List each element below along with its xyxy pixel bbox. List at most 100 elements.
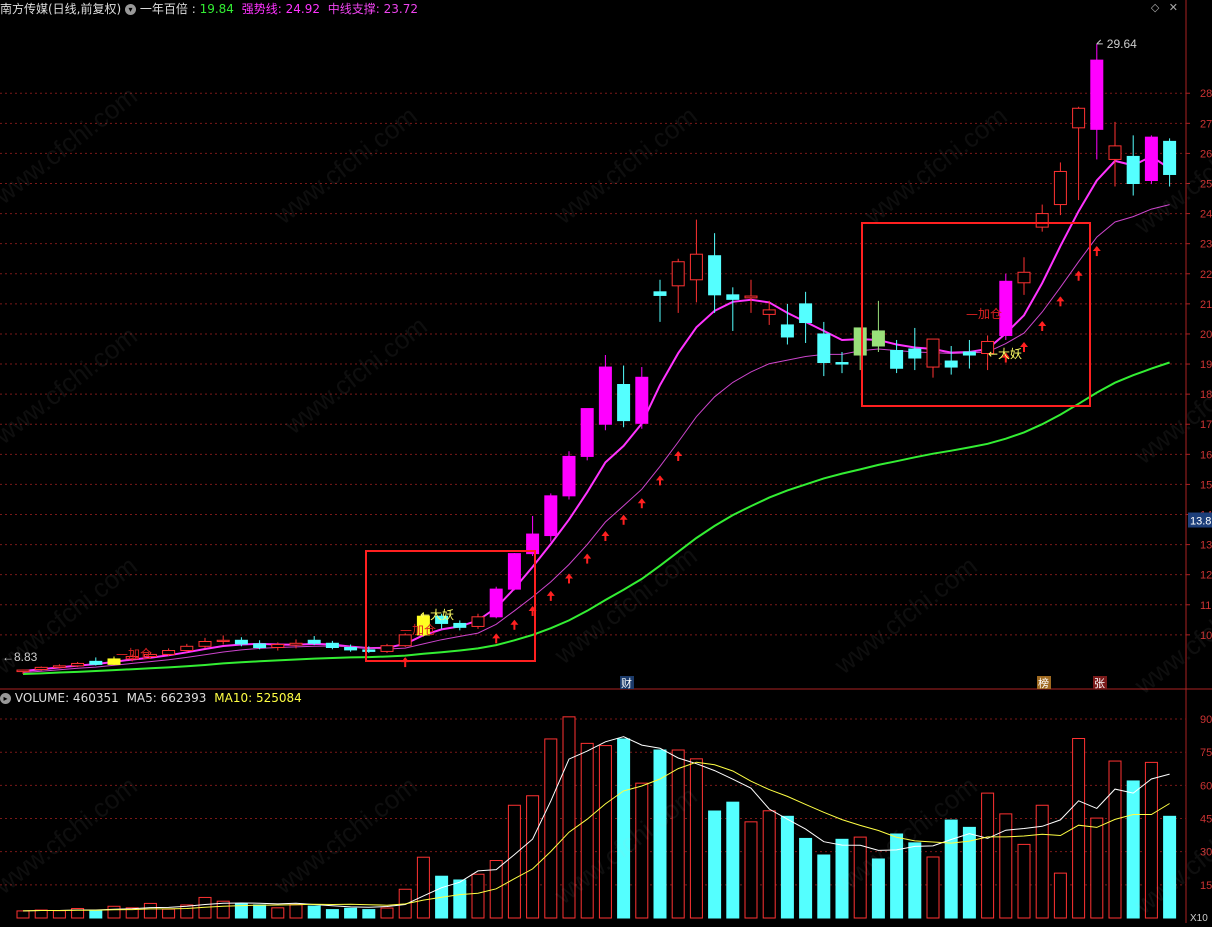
candle[interactable] [671, 258, 685, 313]
candle[interactable] [1108, 121, 1122, 187]
candle[interactable] [1144, 135, 1158, 185]
candle[interactable] [944, 345, 958, 375]
indicator-name[interactable]: 一年百倍 [140, 2, 188, 16]
candle[interactable] [1126, 135, 1140, 196]
candle-body[interactable] [853, 327, 867, 356]
candle[interactable] [507, 553, 521, 591]
candle-body[interactable] [289, 642, 303, 646]
stock-title[interactable]: 南方传媒(日线,前复权) [0, 2, 121, 16]
candle-body[interactable] [962, 351, 976, 356]
candle-body[interactable] [180, 645, 194, 652]
candle-body[interactable] [453, 622, 467, 628]
candle[interactable] [489, 586, 503, 619]
candle-body[interactable] [890, 350, 904, 369]
candle-body[interactable] [1035, 213, 1049, 228]
candle-body[interactable] [835, 362, 849, 365]
candle-body[interactable] [544, 495, 558, 537]
candle[interactable] [1053, 162, 1067, 216]
candle-body[interactable] [689, 253, 703, 281]
candle-body[interactable] [344, 647, 358, 651]
candle-body[interactable] [762, 309, 776, 315]
event-financial-marker[interactable]: 财 [620, 676, 634, 690]
candle-body[interactable] [1163, 140, 1177, 175]
candle-body[interactable] [1090, 59, 1104, 130]
candle[interactable] [453, 620, 467, 631]
dropdown-icon[interactable]: ▾ [125, 4, 137, 15]
candle-body[interactable] [471, 616, 485, 627]
candle[interactable] [471, 613, 485, 629]
candle-body[interactable] [1053, 170, 1067, 206]
candle-body[interactable] [162, 650, 176, 655]
candle[interactable] [799, 291, 813, 343]
candle-body[interactable] [71, 662, 85, 667]
candle[interactable] [926, 338, 940, 378]
candle-body[interactable] [1144, 136, 1158, 181]
candle[interactable] [71, 661, 85, 668]
candle-body[interactable] [1108, 145, 1122, 160]
candle-body[interactable] [362, 649, 376, 652]
candle-body[interactable] [34, 666, 48, 670]
candle-body[interactable] [653, 291, 667, 296]
candle-body[interactable] [598, 366, 612, 425]
candle[interactable] [653, 279, 667, 322]
candle[interactable] [1090, 43, 1104, 160]
candle-body[interactable] [380, 645, 394, 652]
candle-body[interactable] [216, 639, 230, 642]
candle-body[interactable] [926, 338, 940, 368]
candle-body[interactable] [1017, 271, 1031, 284]
candle-body[interactable] [89, 660, 103, 665]
candle[interactable] [162, 648, 176, 656]
candle[interactable] [325, 640, 339, 650]
candle-body[interactable] [817, 333, 831, 364]
kline-chart-window[interactable]: ←8.8329.64—加仓—加仓—加仓←大妖←大妖财榜张 10111213141… [0, 0, 1212, 924]
candle-body[interactable] [671, 261, 685, 287]
candle-body[interactable] [562, 455, 576, 497]
chart-canvas[interactable]: ←8.8329.64—加仓—加仓—加仓←大妖←大妖财榜张 10111213141… [0, 0, 1212, 924]
candle[interactable] [817, 321, 831, 377]
candle-body[interactable] [253, 643, 267, 649]
candle[interactable] [1035, 204, 1049, 232]
candle-body[interactable] [708, 255, 722, 296]
candle[interactable] [380, 643, 394, 653]
candle[interactable] [617, 365, 631, 428]
candle[interactable] [1017, 257, 1031, 295]
candle[interactable] [635, 367, 649, 429]
candle[interactable] [1072, 106, 1086, 201]
candle-body[interactable] [780, 324, 794, 338]
candle[interactable] [598, 355, 612, 431]
candle[interactable] [580, 408, 594, 461]
event-leaderboard-marker[interactable]: 榜 [1037, 676, 1051, 690]
candle[interactable] [708, 233, 722, 313]
candle[interactable] [835, 352, 849, 374]
candle-body[interactable] [908, 348, 922, 359]
candle-body[interactable] [799, 303, 813, 324]
candle-body[interactable] [271, 643, 285, 649]
candle-body[interactable] [1072, 107, 1086, 129]
candle-body[interactable] [944, 360, 958, 368]
candle[interactable] [871, 300, 885, 353]
candle-body[interactable] [307, 639, 321, 644]
candle[interactable] [689, 219, 703, 303]
close-icon[interactable]: ✕ [1169, 1, 1178, 14]
candle-body[interactable] [635, 376, 649, 424]
candle-body[interactable] [234, 639, 248, 645]
diamond-icon[interactable]: ◇ [1151, 1, 1159, 14]
candle-body[interactable] [52, 665, 66, 668]
volume-collapse-icon[interactable]: ▸ [0, 693, 11, 704]
candle[interactable] [562, 451, 576, 500]
candle-body[interactable] [489, 588, 503, 618]
candle[interactable] [198, 637, 212, 649]
candle-body[interactable] [744, 295, 758, 299]
candle-body[interactable] [325, 642, 339, 649]
candle[interactable] [89, 657, 103, 666]
candle-body[interactable] [198, 640, 212, 647]
event-limit-marker[interactable]: 张 [1093, 676, 1107, 690]
candle-body[interactable] [871, 330, 885, 347]
candle[interactable] [744, 279, 758, 313]
candle[interactable] [726, 287, 740, 331]
candle-body[interactable] [580, 408, 594, 457]
candle[interactable] [253, 640, 267, 650]
candle[interactable] [307, 636, 321, 646]
candle-body[interactable] [507, 553, 521, 590]
candle-body[interactable] [617, 384, 631, 422]
